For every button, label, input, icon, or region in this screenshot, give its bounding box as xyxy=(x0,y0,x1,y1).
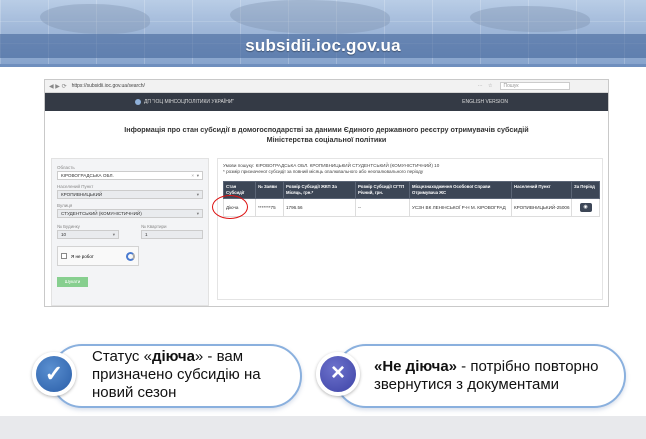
browser-window: ◀ ▶ ⟳ https://subsidii.ioc.gov.ua/search… xyxy=(44,79,609,307)
page-title: Інформація про стан субсидії в домогоспо… xyxy=(124,125,529,144)
logo-icon xyxy=(135,99,141,105)
monthly-cell: 1796.56 xyxy=(283,198,356,217)
apartment-select[interactable]: 1 xyxy=(141,230,203,239)
apartment-label: № Квартири xyxy=(141,224,167,229)
col-application: № Заяви xyxy=(255,181,284,199)
clear-icon[interactable]: × xyxy=(191,172,194,180)
language-link[interactable]: ENGLISH VERSION xyxy=(462,99,508,105)
city-label: Населений Пункт xyxy=(57,184,94,189)
url-field[interactable]: https://subsidii.ioc.gov.ua/search/ xyxy=(72,83,472,89)
banner-divider xyxy=(0,64,646,67)
eye-icon[interactable]: ◉ xyxy=(579,203,592,212)
col-monthly: Розмір Субсидії ЖКП За Місяць, грн.* xyxy=(283,181,356,199)
application-cell: *******75 xyxy=(255,198,284,217)
address-bar: ◀ ▶ ⟳ https://subsidii.ioc.gov.ua/search… xyxy=(45,80,608,93)
oblast-select[interactable]: КІРОВОГРАДСЬКА ОБЛ. × ▾ xyxy=(57,171,203,180)
search-form: Область КІРОВОГРАДСЬКА ОБЛ. × ▾ Населени… xyxy=(51,158,209,306)
slide-footer-bar xyxy=(0,416,646,439)
back-forward-icon[interactable]: ◀ ▶ ⟳ xyxy=(49,83,67,90)
annual-cell: -- xyxy=(355,198,410,217)
search-button[interactable]: Шукати xyxy=(57,277,88,287)
city-select[interactable]: КРОПИВНИЦЬКИЙ ▾ xyxy=(57,190,203,199)
street-select[interactable]: СТУДЕНТСЬКИЙ (КОМУНІСТИЧНИЙ) ▾ xyxy=(57,209,203,218)
status-highlight-circle xyxy=(212,195,248,219)
inactive-status-text: «Не діюча» - потрібно повторно звернутис… xyxy=(374,358,599,393)
subsidy-note: * розмір призначеної субсидії за повний … xyxy=(223,169,424,174)
col-locality: Населений Пункт xyxy=(511,181,572,199)
chevron-down-icon[interactable]: ▾ xyxy=(197,210,199,218)
browser-search-field[interactable]: Пошук xyxy=(500,82,571,90)
col-annual: Розмір Субсидії СГТП Річний, грн. xyxy=(355,181,410,199)
house-label: № Будинку xyxy=(57,224,80,229)
table-row: Діюча *******75 1796.56 -- УСЗН ВК ЛЕНІН… xyxy=(223,198,600,217)
browser-tools-icon[interactable]: ⋯ ☆ xyxy=(478,83,495,89)
site-logo-text: ДП "ІОЦ МІНСОЦПОЛІТИКИ УКРАЇНИ" xyxy=(144,99,235,105)
street-label: Вулиця xyxy=(57,203,73,208)
locality-cell: КРОПИВНИЦЬКИЙ-25006 xyxy=(511,198,572,217)
active-status-text: Статус «діюча» - вам призначено субсидію… xyxy=(92,348,261,401)
results-table: Стан Субсидії № Заяви Розмір Субсидії ЖК… xyxy=(223,181,600,217)
chevron-down-icon[interactable]: ▾ xyxy=(197,172,199,180)
chevron-down-icon[interactable]: ▾ xyxy=(113,231,115,239)
cross-icon: × xyxy=(316,352,360,396)
col-office: Місцезнаходження Особової Справи Отримув… xyxy=(409,181,512,199)
slide-banner: subsidii.ioc.gov.ua xyxy=(0,0,646,66)
table-header-row: Стан Субсидії № Заяви Розмір Субсидії ЖК… xyxy=(223,181,600,199)
office-cell: УСЗН ВК ЛЕНІНСЬКОЇ Р-Н М. КІРОВОГРАД xyxy=(409,198,512,217)
check-icon: ✓ xyxy=(32,352,76,396)
site-logo[interactable]: ДП "ІОЦ МІНСОЦПОЛІТИКИ УКРАЇНИ" xyxy=(135,99,234,105)
recaptcha-icon xyxy=(126,251,135,261)
captcha-label: Я не робот xyxy=(71,253,94,259)
col-period: За Період xyxy=(571,181,600,199)
results-panel: Умови пошуку: КІРОВОГРАДСЬКА ОБЛ. КРОПИВ… xyxy=(217,158,603,300)
period-cell: ◉ xyxy=(571,198,600,217)
chevron-down-icon[interactable]: ▾ xyxy=(197,191,199,199)
house-select[interactable]: 10 ▾ xyxy=(57,230,119,239)
captcha-widget[interactable]: Я не робот xyxy=(57,246,139,266)
site-header: ДП "ІОЦ МІНСОЦПОЛІТИКИ УКРАЇНИ" ENGLISH … xyxy=(45,93,608,111)
captcha-checkbox[interactable] xyxy=(61,253,67,259)
site-domain-title: subsidii.ioc.gov.ua xyxy=(245,36,401,55)
oblast-label: Область xyxy=(57,165,75,170)
